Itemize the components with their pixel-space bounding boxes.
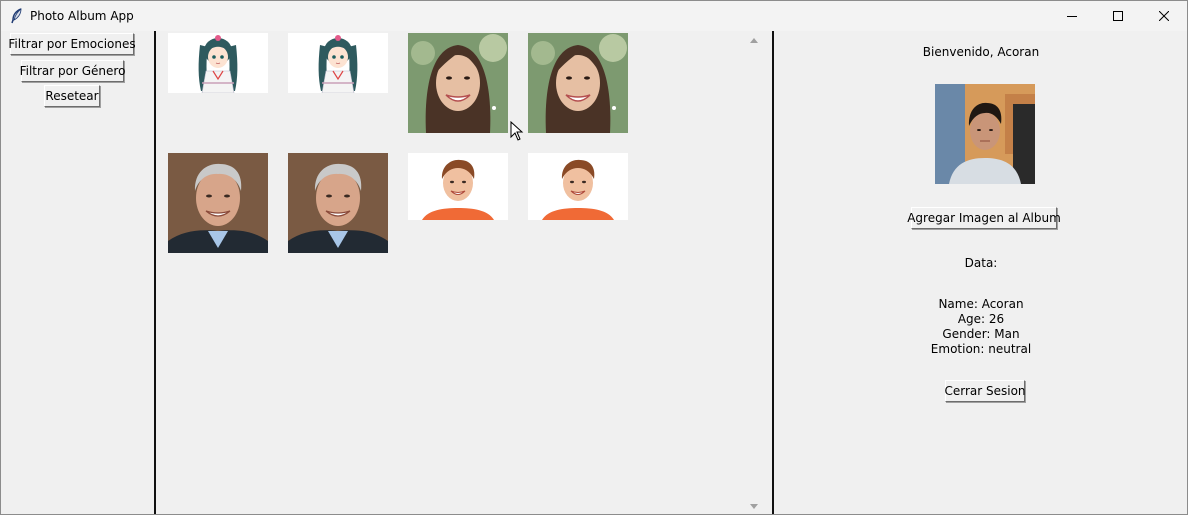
user-gender-line: Gender: Man [942, 327, 1020, 341]
older-man-photo [168, 153, 268, 253]
maximize-button[interactable] [1095, 1, 1141, 31]
scroll-down-arrow-icon[interactable] [749, 501, 759, 511]
gallery-image[interactable] [408, 153, 508, 220]
gallery-image[interactable] [528, 153, 628, 220]
gallery-image[interactable] [288, 33, 388, 93]
app-window: Photo Album App Filtrar por Emociones Fi… [0, 0, 1188, 515]
feather-icon [11, 8, 22, 24]
add-image-button[interactable]: Agregar Imagen al Album [907, 207, 1061, 229]
smiling-woman-photo [408, 33, 508, 133]
user-photo [935, 84, 1035, 184]
gallery-image[interactable] [288, 153, 388, 253]
photo-gallery[interactable] [157, 31, 745, 514]
anime-girl-photo [288, 33, 388, 93]
title-bar[interactable]: Photo Album App [1, 1, 1187, 31]
scroll-up-arrow-icon[interactable] [749, 36, 759, 46]
window-title: Photo Album App [30, 9, 134, 23]
gallery-image[interactable] [168, 153, 268, 253]
user-name-line: Name: Acoran [938, 297, 1024, 311]
smiling-boy-photo [528, 153, 628, 220]
smiling-woman-photo [528, 33, 628, 133]
user-emotion-line: Emotion: neutral [930, 342, 1032, 356]
gallery-scrollbar[interactable] [746, 31, 762, 514]
welcome-text: Bienvenido, Acoran [922, 45, 1040, 59]
gallery-image[interactable] [168, 33, 268, 93]
filter-emotions-button[interactable]: Filtrar por Emociones [8, 33, 136, 55]
user-age-line: Age: 26 [957, 312, 1005, 326]
close-button[interactable] [1141, 1, 1187, 31]
anime-girl-photo [168, 33, 268, 93]
gallery-image[interactable] [528, 33, 628, 133]
maximize-icon [1113, 11, 1123, 21]
gallery-image[interactable] [408, 33, 508, 133]
smiling-boy-photo [408, 153, 508, 220]
data-header: Data: [964, 256, 998, 270]
reset-button[interactable]: Resetear [44, 85, 100, 107]
older-man-photo [288, 153, 388, 253]
user-photo-image [935, 84, 1035, 184]
user-data-block: Name: Acoran Age: 26 Gender: Man Emotion… [774, 297, 1188, 357]
filter-gender-button[interactable]: Filtrar por Género [20, 60, 125, 82]
minimize-icon [1067, 16, 1077, 17]
left-divider [154, 31, 156, 514]
logout-button[interactable]: Cerrar Sesion [944, 380, 1026, 402]
minimize-button[interactable] [1049, 1, 1095, 31]
mouse-cursor-icon [510, 121, 524, 141]
right-divider [772, 31, 774, 514]
close-icon [1159, 11, 1169, 21]
